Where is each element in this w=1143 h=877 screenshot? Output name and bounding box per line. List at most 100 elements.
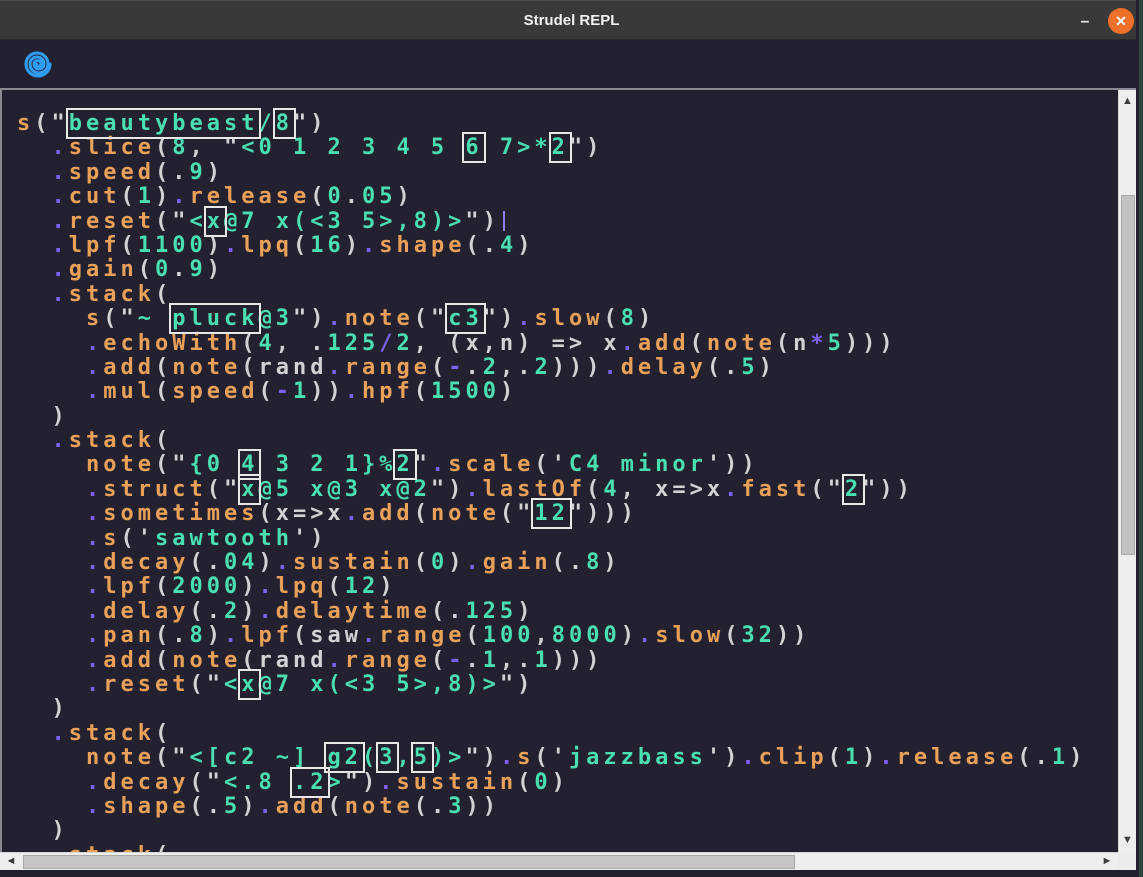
code-token: s bbox=[17, 111, 34, 136]
code-line[interactable]: .gain(0.9) bbox=[17, 258, 1118, 282]
code-token: ( bbox=[465, 623, 482, 648]
code-token: add bbox=[103, 648, 155, 673]
code-line[interactable]: .reset("<x@7 x(<3 5>,8)>") bbox=[17, 673, 1118, 697]
code-line[interactable]: .delay(.2).delaytime(.125) bbox=[17, 600, 1118, 624]
code-token: ))) bbox=[552, 355, 604, 380]
code-line[interactable]: .lpf(1100).lpq(16).shape(.4) bbox=[17, 234, 1118, 258]
code-line[interactable]: .slice(8, "<0 1 2 3 4 5 6 7>*2") bbox=[17, 136, 1118, 160]
code-token: ( bbox=[241, 648, 258, 673]
vertical-scrollbar-thumb[interactable] bbox=[1121, 195, 1135, 555]
code-line[interactable]: .decay(.04).sustain(0).gain(.8) bbox=[17, 551, 1118, 575]
code-token: ( bbox=[414, 550, 431, 575]
code-token: . bbox=[276, 550, 293, 575]
code-token: ") bbox=[569, 135, 604, 160]
code-token: rand bbox=[258, 355, 327, 380]
code-token bbox=[17, 794, 86, 819]
code-line[interactable]: ) bbox=[17, 405, 1118, 429]
close-button[interactable]: ✕ bbox=[1108, 8, 1134, 34]
code-token bbox=[17, 526, 86, 551]
code-line[interactable]: .struct("x@5 x@3 x@2").lastOf(4, x=>x.fa… bbox=[17, 478, 1118, 502]
code-token: ) bbox=[396, 184, 413, 209]
code-token: ) bbox=[603, 550, 620, 575]
code-token bbox=[17, 160, 52, 185]
code-line[interactable]: .shape(.5).add(note(.3)) bbox=[17, 795, 1118, 819]
code-token bbox=[17, 355, 86, 380]
active-token: 2 bbox=[396, 452, 413, 477]
code-token bbox=[17, 331, 86, 356]
code-line[interactable]: .sometimes(x=>x.add(note("12"))) bbox=[17, 502, 1118, 526]
code-token: slice bbox=[69, 135, 155, 160]
code-token: ( bbox=[724, 623, 741, 648]
code-line[interactable]: .add(note(rand.range(-.2,.2))).delay(.5) bbox=[17, 356, 1118, 380]
code-line[interactable]: .mul(speed(-1)).hpf(1500) bbox=[17, 380, 1118, 404]
code-token: stack bbox=[69, 282, 155, 307]
code-line[interactable]: .cut(1).release(0.05) bbox=[17, 185, 1118, 209]
strudel-spiral-logo-icon[interactable] bbox=[22, 48, 54, 80]
code-line[interactable]: .add(note(rand.range(-.1,.1))) bbox=[17, 649, 1118, 673]
code-line[interactable]: note("{0 4 3 2 1}%2".scale('C4 minor')) bbox=[17, 453, 1118, 477]
code-token: <0 1 2 3 4 5 bbox=[241, 135, 465, 160]
code-token: - bbox=[448, 355, 465, 380]
code-token: . bbox=[86, 794, 103, 819]
code-token: , " bbox=[189, 135, 241, 160]
code-token: 2 bbox=[396, 331, 413, 356]
code-token: struct bbox=[103, 477, 206, 502]
code-token: 4 bbox=[603, 477, 620, 502]
code-token: {0 bbox=[189, 452, 241, 477]
code-token: ( bbox=[828, 745, 845, 770]
code-area[interactable]: s("beautybeast/8") .slice(8, "<0 1 2 3 4… bbox=[2, 90, 1118, 852]
code-token: . bbox=[52, 209, 69, 234]
code-line[interactable]: ) bbox=[17, 819, 1118, 843]
scroll-up-arrow-icon[interactable]: ▲ bbox=[1119, 96, 1136, 107]
code-token: ) bbox=[17, 818, 69, 843]
code-line[interactable]: s("beautybeast/8") bbox=[17, 112, 1118, 136]
code-token: note bbox=[707, 331, 776, 356]
window-titlebar: Strudel REPL – ✕ bbox=[0, 0, 1143, 40]
code-line[interactable]: .lpf(2000).lpq(12) bbox=[17, 575, 1118, 599]
scroll-left-arrow-icon[interactable]: ◄ bbox=[4, 856, 18, 867]
code-token: gain bbox=[69, 257, 138, 282]
horizontal-scrollbar-track[interactable]: ◄ ► bbox=[0, 852, 1118, 870]
code-token: 12 bbox=[345, 574, 380, 599]
minimize-button[interactable]: – bbox=[1071, 6, 1099, 36]
code-line[interactable]: .stack( bbox=[17, 722, 1118, 746]
code-line[interactable]: .pan(.8).lpf(saw.range(100,8000).slow(32… bbox=[17, 624, 1118, 648]
vertical-scrollbar-track[interactable]: ▲ ▼ bbox=[1118, 90, 1136, 852]
window-title: Strudel REPL bbox=[0, 1, 1143, 41]
code-token: 5 bbox=[828, 331, 845, 356]
code-token: ) bbox=[517, 233, 534, 258]
code-token: ( bbox=[603, 306, 620, 331]
code-token: lpf bbox=[69, 233, 121, 258]
code-line[interactable]: .s('sawtooth') bbox=[17, 527, 1118, 551]
code-token: pan bbox=[103, 623, 155, 648]
code-line[interactable]: note("<[c2 ~] g2(3,5)>").s('jazzbass').c… bbox=[17, 746, 1118, 770]
scroll-down-arrow-icon[interactable]: ▼ bbox=[1119, 835, 1136, 846]
code-token: 1 bbox=[534, 648, 551, 673]
code-line[interactable]: .stack( bbox=[17, 429, 1118, 453]
horizontal-scrollbar-thumb[interactable] bbox=[23, 855, 795, 869]
code-token: . bbox=[362, 233, 379, 258]
code-line[interactable]: .reset("<x@7 x(<3 5>,8)>") bbox=[17, 210, 1118, 234]
code-token: sustain bbox=[293, 550, 414, 575]
code-token: . bbox=[431, 794, 448, 819]
code-line[interactable]: .echoWith(4, .125/2, (x,n) => x.add(note… bbox=[17, 332, 1118, 356]
code-token: ( bbox=[431, 599, 448, 624]
code-line[interactable]: .decay("<.8 .2>").sustain(0) bbox=[17, 771, 1118, 795]
code-token: . bbox=[86, 770, 103, 795]
code-line[interactable]: .stack( bbox=[17, 283, 1118, 307]
code-line[interactable]: .stack( bbox=[17, 844, 1118, 852]
active-token: 12 bbox=[534, 501, 569, 526]
scroll-right-arrow-icon[interactable]: ► bbox=[1100, 856, 1114, 867]
code-token: )) bbox=[465, 794, 500, 819]
code-line[interactable]: ) bbox=[17, 697, 1118, 721]
code-token: ) bbox=[241, 794, 258, 819]
code-token: gain bbox=[483, 550, 552, 575]
code-line[interactable]: .speed(.9) bbox=[17, 161, 1118, 185]
code-token: . bbox=[638, 623, 655, 648]
code-token: > bbox=[327, 770, 344, 795]
code-token: ( bbox=[293, 623, 310, 648]
window-right-edge bbox=[1136, 0, 1143, 877]
code-line[interactable]: s("~ pluck@3").note("c3").slow(8) bbox=[17, 307, 1118, 331]
code-token: range bbox=[345, 648, 431, 673]
toolbar bbox=[0, 41, 1143, 88]
